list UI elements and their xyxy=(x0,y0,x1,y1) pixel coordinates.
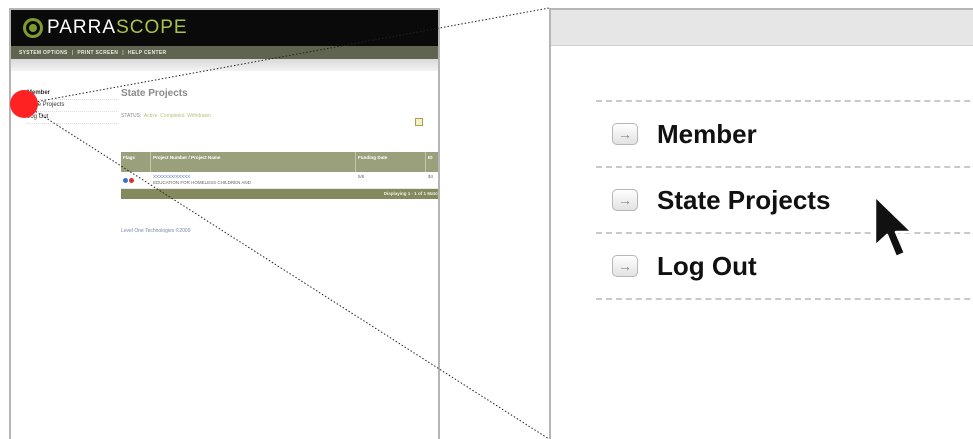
arrow-right-icon: → xyxy=(612,255,638,277)
zoom-line-bottom xyxy=(23,103,550,439)
zoom-item-member[interactable]: → Member xyxy=(596,102,973,168)
zoom-item-label: Member xyxy=(657,118,757,149)
zoom-item-label: Log Out xyxy=(657,250,757,281)
arrow-right-icon: → xyxy=(612,189,638,211)
zoom-header-bar xyxy=(551,10,973,46)
mouse-cursor-icon xyxy=(873,194,914,259)
highlight-dot xyxy=(10,90,38,118)
zoom-item-label: State Projects xyxy=(657,184,831,215)
arrow-right-icon: → xyxy=(612,123,638,145)
zoom-panel: → Member → State Projects → Log Out xyxy=(549,8,973,439)
zoom-line-top xyxy=(23,7,550,105)
